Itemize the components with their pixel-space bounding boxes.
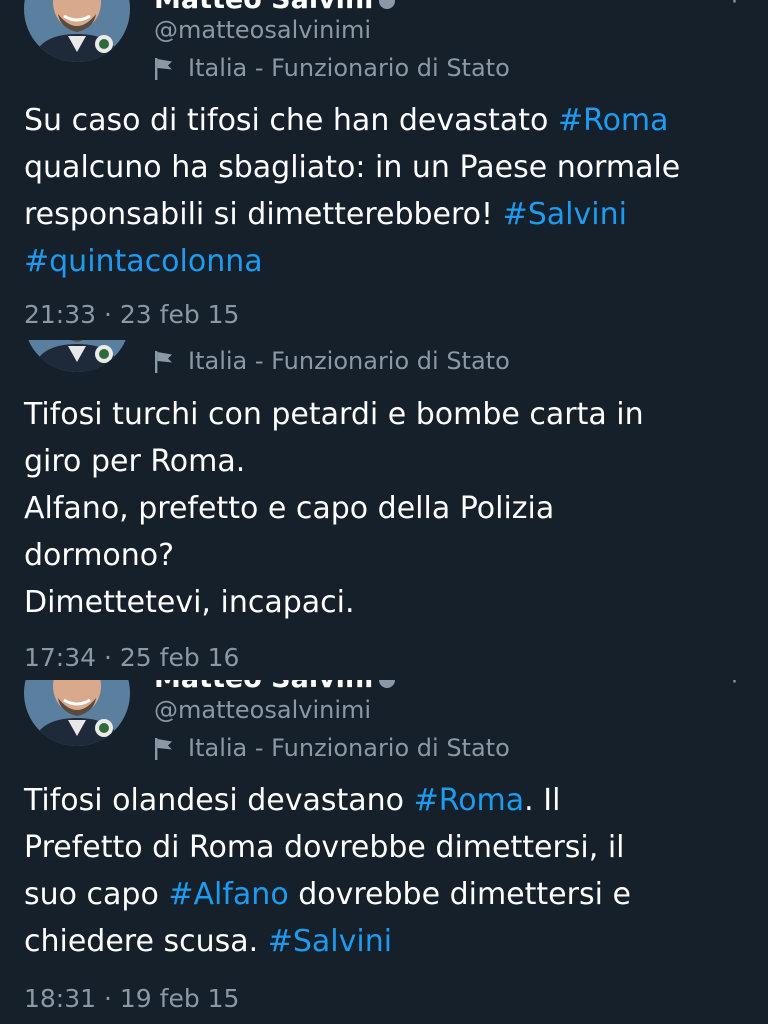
tweet-text-span: responsabili si dimetterebbero! [24,197,503,232]
account-label: Italia - Funzionario di Stato [154,56,510,80]
tweet-text-span: Prefetto di Roma dovrebbe dimettersi, il [24,830,625,865]
hashtag-link[interactable]: #Salvini [503,197,627,232]
tweet-text-span: chiedere scusa. [24,924,268,959]
avatar[interactable] [24,680,130,746]
verified-badge-icon [379,0,396,9]
avatar[interactable] [24,0,130,62]
tweet-text-span: . Il [524,783,561,818]
tweet-text-span: dovrebbe dimettersi e [288,877,631,912]
hashtag-link[interactable]: #Roma [558,103,669,138]
tweet-text-line: responsabili si dimetterebbero! #Salvini [24,191,748,238]
tweet-text-line: qualcuno ha sbagliato: in un Paese norma… [24,144,748,191]
tweet-text-line: suo capo #Alfano dovrebbe dimettersi e [24,871,748,918]
timestamp[interactable]: 17:34 · 25 feb 16 [24,645,239,670]
tweet-text-line: giro per Roma. [24,438,748,485]
account-label-text: Italia - Funzionario di Stato [188,54,510,82]
tweet-text-line: Dimettetevi, incapaci. [24,579,748,626]
account-label-text: Italia - Funzionario di Stato [188,734,510,762]
tweet-text-span: giro per Roma. [24,444,246,479]
more-options-icon[interactable]: · [731,0,740,14]
avatar[interactable] [24,340,130,372]
tweet-card[interactable]: Matteo Salvini · @matteosalvinimi Italia… [0,0,768,340]
tweet-text-line: Su caso di tifosi che han devastato #Rom… [24,97,748,144]
handle[interactable]: @matteosalvinimi [154,698,371,722]
tweet-text-span: qualcuno ha sbagliato: in un Paese norma… [24,150,681,185]
tweet-text-line: Tifosi olandesi devastano #Roma. Il [24,777,748,824]
tweet-text-span: Dimettetevi, incapaci. [24,585,355,620]
flag-icon [154,736,174,760]
tweet-text: Tifosi turchi con petardi e bombe carta … [24,391,748,626]
display-name[interactable]: Matteo Salvini [154,0,396,13]
timestamp[interactable]: 18:31 · 19 feb 15 [24,986,239,1011]
tweet-text: Su caso di tifosi che han devastato #Rom… [24,97,748,285]
tweet-text-line: dormono? [24,532,748,579]
verified-badge-icon [379,680,396,688]
tweet-text-span: dormono? [24,538,175,573]
hashtag-link[interactable]: #quintacolonna [24,244,263,279]
handle[interactable]: @matteosalvinimi [154,18,371,42]
tweet-text-line: #quintacolonna [24,238,748,285]
timestamp[interactable]: 21:33 · 23 feb 15 [24,302,239,327]
tweet-text-line: Tifosi turchi con petardi e bombe carta … [24,391,748,438]
tweet-text-line: Prefetto di Roma dovrebbe dimettersi, il [24,824,748,871]
display-name[interactable]: Matteo Salvini [154,680,396,692]
tweet-card[interactable]: Italia - Funzionario di Stato Tifosi tur… [0,340,768,680]
tweet-text: Tifosi olandesi devastano #Roma. Il Prefe… [24,777,748,965]
tweet-card[interactable]: Matteo Salvini · @matteosalvinimi Italia… [0,680,768,1024]
tweet-text-line: chiedere scusa. #Salvini [24,918,748,965]
more-options-icon[interactable]: · [731,680,740,694]
account-label: Italia - Funzionario di Stato [154,736,510,760]
tweet-text-span: suo capo [24,877,169,912]
hashtag-link[interactable]: #Roma [414,783,525,818]
tweet-text-span: Alfano, prefetto e capo della Polizia [24,491,555,526]
flag-icon [154,349,174,373]
hashtag-link[interactable]: #Salvini [268,924,392,959]
account-label: Italia - Funzionario di Stato [154,349,510,373]
tweet-text-span: Su caso di tifosi che han devastato [24,103,558,138]
account-label-text: Italia - Funzionario di Stato [188,347,510,375]
tweet-text-line: Alfano, prefetto e capo della Polizia [24,485,748,532]
flag-icon [154,56,174,80]
tweet-text-span: Tifosi olandesi devastano [24,783,414,818]
hashtag-link[interactable]: #Alfano [168,877,288,912]
tweet-text-span: Tifosi turchi con petardi e bombe carta … [24,397,644,432]
